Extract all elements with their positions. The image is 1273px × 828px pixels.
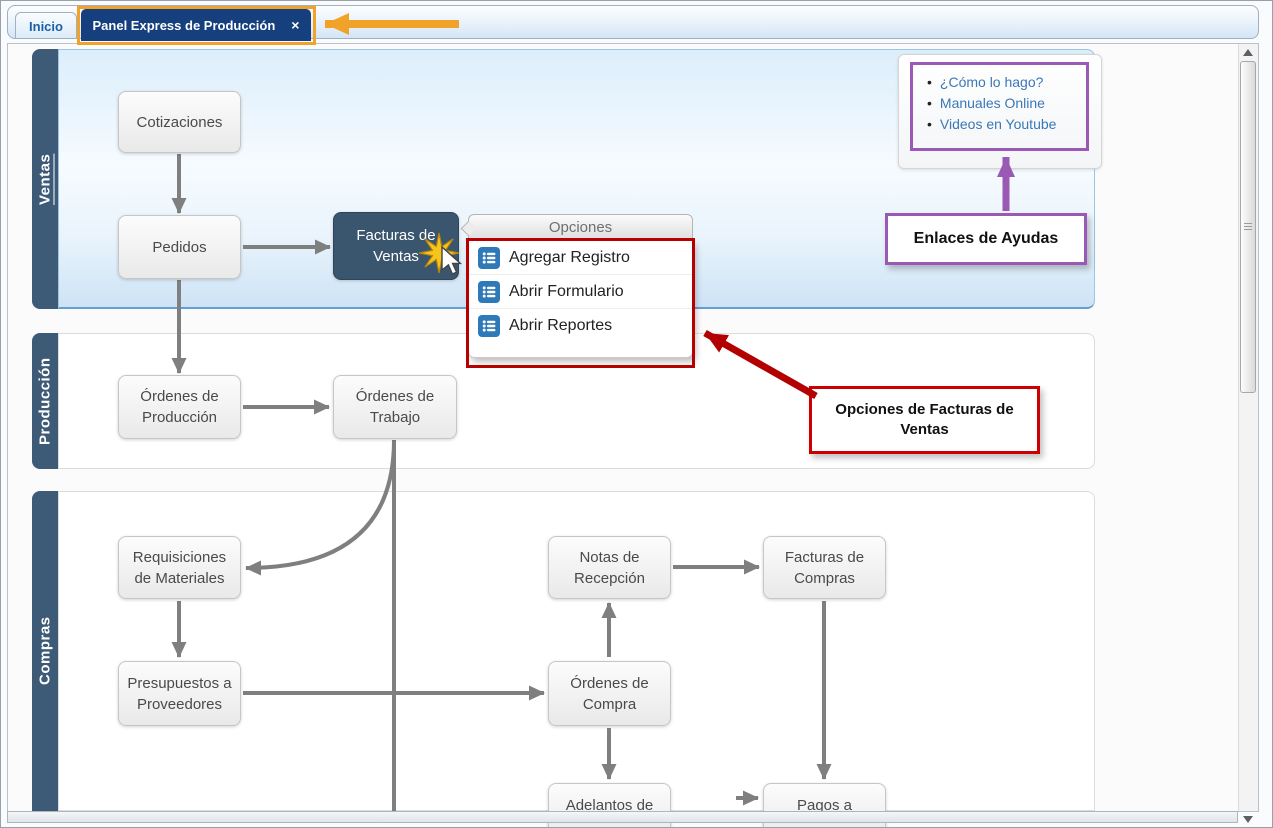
list-icon: [478, 246, 500, 269]
triangle-up-icon: [1243, 49, 1253, 56]
help-link-como-lo-hago: • ¿Cómo lo hago?: [927, 72, 1101, 93]
tab-inicio[interactable]: Inicio: [15, 12, 77, 39]
window-bottom-bar: [7, 811, 1238, 823]
app-window: Inicio Panel Express de Producción × Ven…: [0, 0, 1273, 828]
tab-label: Panel Express de Producción: [92, 17, 276, 33]
scrollbar-thumb[interactable]: [1240, 61, 1256, 393]
node-pedidos[interactable]: Pedidos: [118, 215, 241, 279]
thumb-grip-icon: [1244, 223, 1252, 231]
close-tab-icon[interactable]: ×: [291, 17, 299, 33]
section-label-compras[interactable]: Compras: [32, 491, 58, 811]
bullet-icon: •: [927, 116, 932, 132]
bullet-icon: •: [927, 74, 932, 90]
help-link[interactable]: ¿Cómo lo hago?: [940, 72, 1044, 93]
help-link[interactable]: Manuales Online: [940, 93, 1045, 114]
section-bar-compras: Compras: [32, 491, 58, 811]
menu-item-agregar-registro[interactable]: Agregar Registro: [469, 241, 692, 275]
node-requisiciones-de-materiales[interactable]: Requisiciones de Materiales: [118, 536, 241, 599]
node-ordenes-de-produccion[interactable]: Órdenes de Producción: [118, 375, 241, 439]
menu-item-label: Abrir Formulario: [509, 282, 624, 300]
help-link[interactable]: Videos en Youtube: [940, 114, 1057, 135]
scroll-down-button[interactable]: [1240, 813, 1256, 826]
node-presupuestos-a-proveedores[interactable]: Presupuestos a Proveedores: [118, 661, 241, 726]
list-icon: [478, 280, 500, 303]
bullet-icon: •: [927, 95, 932, 111]
node-facturas-de-ventas[interactable]: Facturas de Ventas: [333, 212, 459, 280]
node-notas-de-recepcion[interactable]: Notas de Recepción: [548, 536, 671, 599]
help-links-panel: • ¿Cómo lo hago? • Manuales Online • Vid…: [898, 54, 1102, 169]
help-link-manuales-online: • Manuales Online: [927, 93, 1101, 114]
help-callout-box: Enlaces de Ayudas: [885, 213, 1087, 265]
options-popup-title: Opciones: [460, 214, 693, 241]
node-facturas-de-compras[interactable]: Facturas de Compras: [763, 536, 886, 599]
help-link-videos-youtube: • Videos en Youtube: [927, 114, 1101, 135]
node-cotizaciones[interactable]: Cotizaciones: [118, 91, 241, 153]
menu-item-label: Agregar Registro: [509, 248, 630, 266]
options-callout-box: Opciones de Facturas de Ventas: [809, 386, 1040, 454]
section-label-produccion[interactable]: Producción: [32, 333, 58, 469]
options-popup-menu: Agregar Registro Abrir Formulario Abrir …: [468, 241, 693, 358]
section-bar-ventas: Ventas: [32, 49, 58, 309]
node-ordenes-de-compra[interactable]: Órdenes de Compra: [548, 661, 671, 726]
menu-item-label: Abrir Reportes: [509, 317, 613, 334]
section-bar-produccion: Producción: [32, 333, 58, 469]
scroll-up-button[interactable]: [1240, 46, 1256, 59]
node-ordenes-de-trabajo[interactable]: Órdenes de Trabajo: [333, 375, 457, 439]
section-label-ventas[interactable]: Ventas: [32, 49, 58, 309]
options-popup: Opciones Agregar Registro Abrir Formular…: [460, 214, 693, 358]
tab-panel-express[interactable]: Panel Express de Producción ×: [81, 9, 311, 41]
menu-item-abrir-formulario[interactable]: Abrir Formulario: [469, 275, 692, 309]
list-icon: [478, 315, 500, 337]
menu-item-abrir-reportes[interactable]: Abrir Reportes: [469, 309, 692, 343]
triangle-down-icon: [1243, 816, 1253, 823]
